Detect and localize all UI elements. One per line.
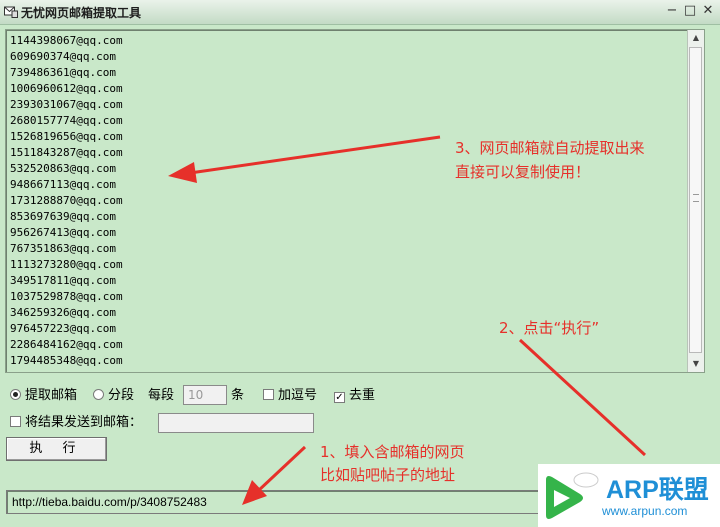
app-icon (4, 6, 18, 18)
radio-selected-icon (10, 389, 21, 400)
radio-icon (93, 389, 104, 400)
annotation-step1-line2: 比如贴吧帖子的地址 (320, 466, 456, 484)
brand-url: www.arpun.com (602, 504, 688, 518)
annotation-step3-line1: 3、网页邮箱就自动提取出来 (455, 139, 645, 157)
url-input[interactable]: http://tieba.baidu.com/p/3408752483 (6, 490, 546, 514)
brand-name: ARP联盟 (606, 476, 709, 504)
email-line: 1006960612@qq.com (10, 82, 123, 95)
email-line: 767351863@qq.com (10, 242, 116, 255)
email-address-input[interactable] (158, 413, 314, 433)
email-line: 1731288870@qq.com (10, 194, 123, 207)
checkbox-icon (263, 389, 274, 400)
email-line: 853697639@qq.com (10, 210, 116, 223)
annotation-step1-line1: 1、填入含邮箱的网页 (320, 443, 465, 461)
play-logo-icon (546, 472, 599, 519)
email-line: 2393031067@qq.com (10, 98, 123, 111)
annotation-step3-line2: 直接可以复制使用！ (455, 163, 591, 181)
email-line: 956267413@qq.com (10, 226, 116, 239)
dedupe-checkbox[interactable]: ✓ 去重 (334, 387, 375, 405)
email-line: 739486361@qq.com (10, 66, 116, 79)
send-to-email-label: 将结果发送到邮箱： (25, 415, 143, 430)
extract-label: 提取邮箱 (25, 388, 78, 403)
email-line: 1037529878@qq.com (10, 290, 123, 303)
email-line: 609690374@qq.com (10, 50, 116, 63)
email-line: 1113273280@qq.com (10, 258, 123, 271)
watermark-logo: ARP联盟 www.arpun.com (538, 464, 720, 527)
add-comma-label: 加逗号 (278, 388, 318, 403)
grip-icon (693, 194, 699, 202)
title-bar: 无忧网页邮箱提取工具 − □ ✕ (0, 0, 720, 25)
send-to-email-checkbox[interactable]: 将结果发送到邮箱： (10, 414, 142, 432)
email-line: 2680157774@qq.com (10, 114, 123, 127)
close-icon[interactable]: ✕ (700, 3, 716, 19)
extract-radio[interactable]: 提取邮箱 (10, 387, 77, 405)
segment-label: 分段 (108, 388, 135, 403)
email-line: 349517811@qq.com (10, 274, 116, 287)
minimize-icon[interactable]: − (664, 3, 680, 19)
unit-label: 条 (231, 388, 245, 403)
results-textarea[interactable]: 1144398067@qq.com 609690374@qq.com 7394863… (5, 29, 705, 373)
maximize-icon[interactable]: □ (682, 3, 698, 19)
annotation-step2: 2、点击“执行” (499, 319, 600, 337)
segment-radio[interactable]: 分段 (93, 387, 134, 405)
scroll-thumb[interactable] (689, 47, 702, 353)
add-comma-checkbox[interactable]: 加逗号 (263, 387, 317, 405)
window-title: 无忧网页邮箱提取工具 (21, 6, 142, 20)
scroll-down-icon[interactable]: ▼ (688, 356, 704, 372)
scroll-up-icon[interactable]: ▲ (688, 30, 704, 46)
email-line: 1794485348@qq.com (10, 354, 123, 367)
per-segment-label: 每段 (148, 388, 175, 403)
email-line: 1144398067@qq.com (10, 34, 123, 47)
checkbox-checked-icon: ✓ (334, 392, 345, 403)
vertical-scrollbar[interactable]: ▲ ▼ (687, 30, 704, 372)
dedupe-label: 去重 (349, 388, 376, 403)
execute-button[interactable]: 执 行 (6, 437, 107, 461)
per-segment-input[interactable] (183, 385, 227, 405)
checkbox-icon (10, 416, 21, 427)
